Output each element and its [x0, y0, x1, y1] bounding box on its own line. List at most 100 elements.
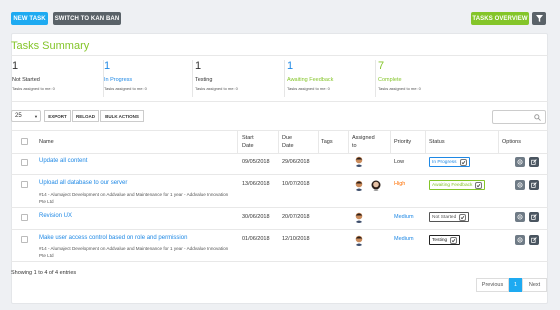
filter-button[interactable] [532, 12, 546, 25]
task-project[interactable]: #14 - Alumaject Development on Addvalue … [39, 246, 234, 259]
stat-not-started: 1 Not Started Tasks assigned to me: 0 [11, 60, 103, 97]
priority-label: Medium [394, 236, 414, 242]
edit-icon [531, 182, 537, 188]
column-header-options[interactable]: Options [502, 138, 521, 146]
stat-sub: Tasks assigned to me: 0 [287, 86, 330, 91]
check-icon [461, 160, 465, 164]
task-name-link[interactable]: Make user access control based on role a… [39, 235, 187, 241]
edit-button[interactable] [529, 212, 539, 222]
pagination-next[interactable]: Next [522, 278, 547, 292]
switch-to-kanban-button[interactable]: SWITCH TO KAN BAN [53, 12, 121, 25]
task-name-link[interactable]: Upload all database to our server [39, 180, 127, 186]
stat-label: Not Started [12, 77, 40, 83]
divider [11, 55, 548, 56]
stat-sub: Tasks assigned to me: 0 [12, 86, 55, 91]
stat-complete: 7 Complete Tasks assigned to me: 0 [375, 60, 467, 97]
column-header-name[interactable]: Name [39, 138, 54, 146]
row-divider [11, 229, 548, 230]
stat-count: 1 [287, 60, 294, 72]
select-all-checkbox[interactable] [21, 138, 28, 145]
column-divider [390, 130, 391, 154]
column-header-assigned-2[interactable]: to [352, 142, 357, 150]
row-divider [11, 261, 548, 262]
column-header-start-date-2[interactable]: Date [242, 142, 254, 150]
edit-button[interactable] [529, 157, 539, 167]
column-header-priority[interactable]: Priority [394, 138, 411, 146]
view-button[interactable] [515, 157, 525, 167]
pagination-page-1[interactable]: 1 [509, 278, 522, 292]
status-dropdown-check[interactable] [459, 158, 467, 166]
stat-label: Testing [195, 77, 213, 83]
row-checkbox[interactable] [21, 236, 28, 243]
stat-sub: Tasks assigned to me: 0 [195, 86, 238, 91]
export-button[interactable]: EXPORT [44, 110, 71, 122]
search-input[interactable] [492, 110, 546, 124]
view-button[interactable] [515, 180, 525, 190]
row-checkbox[interactable] [21, 214, 28, 221]
due-date: 29/06/2018 [282, 159, 310, 165]
status-badge[interactable]: Testing [429, 235, 461, 245]
status-badge[interactable]: Not Started [429, 212, 470, 222]
stat-sub: Tasks assigned to me: 0 [378, 86, 421, 91]
priority-label: Medium [394, 214, 414, 220]
page-length-select[interactable]: 25 ▼ [11, 110, 41, 122]
edit-button[interactable] [529, 180, 539, 190]
due-date: 20/07/2018 [282, 214, 310, 220]
check-icon [477, 183, 481, 187]
stat-label: In Progress [104, 77, 133, 83]
status-dropdown-check[interactable] [475, 181, 483, 189]
column-divider [318, 130, 319, 154]
column-divider [278, 130, 279, 154]
eye-icon [517, 214, 523, 220]
edit-icon [531, 159, 537, 165]
start-date: 09/05/2018 [242, 159, 270, 165]
avatar[interactable] [354, 180, 364, 191]
stat-count: 1 [195, 60, 202, 72]
status-badge[interactable]: Awaiting Feedback [429, 180, 486, 190]
column-header-status[interactable]: Status [429, 138, 445, 146]
view-button[interactable] [515, 212, 525, 222]
avatar[interactable] [354, 235, 364, 246]
avatar[interactable] [354, 156, 364, 167]
stat-count: 1 [12, 60, 19, 72]
due-date: 12/10/2018 [282, 236, 310, 242]
status-dropdown-check[interactable] [459, 213, 467, 221]
stat-count: 7 [378, 60, 385, 72]
caret-down-icon: ▼ [34, 114, 38, 119]
edit-icon [531, 214, 537, 220]
stat-sub: Tasks assigned to me: 0 [104, 86, 147, 91]
row-divider [11, 207, 548, 208]
column-divider [498, 130, 499, 154]
start-date: 01/06/2018 [242, 236, 270, 242]
avatar[interactable] [371, 180, 381, 191]
stat-label: Awaiting Feedback [287, 77, 334, 83]
status-label: In Progress [432, 159, 457, 165]
row-divider [11, 174, 548, 175]
pagination-previous[interactable]: Previous [476, 278, 509, 292]
eye-icon [517, 182, 523, 188]
status-dropdown-check[interactable] [450, 236, 458, 244]
column-header-due-date[interactable]: Due [282, 134, 292, 142]
column-divider [348, 130, 349, 154]
filter-icon [535, 15, 543, 22]
column-header-start-date[interactable]: Start [242, 134, 254, 142]
avatar[interactable] [354, 212, 364, 223]
row-checkbox[interactable] [21, 181, 28, 188]
bulk-actions-button[interactable]: BULK ACTIONS [100, 110, 144, 122]
column-header-tags[interactable]: Tags [321, 138, 333, 146]
new-task-button[interactable]: NEW TASK [11, 12, 48, 25]
column-header-assigned[interactable]: Assigned [352, 134, 375, 142]
status-badge[interactable]: In Progress [429, 157, 470, 167]
task-project[interactable]: #14 - Alumaject Development on Addvalue … [39, 192, 234, 205]
task-name-link[interactable]: Revision UX [39, 213, 72, 219]
row-checkbox[interactable] [21, 159, 28, 166]
column-header-due-date-2[interactable]: Date [282, 142, 294, 150]
entries-info: Showing 1 to 4 of 4 entries [11, 270, 77, 276]
edit-button[interactable] [529, 235, 539, 245]
task-name-link[interactable]: Update all content [39, 158, 87, 164]
tasks-overview-button[interactable]: TASKS OVERVIEW [471, 12, 529, 25]
reload-button[interactable]: RELOAD [72, 110, 99, 122]
status-label: Not Started [432, 214, 457, 220]
status-label: Testing [432, 237, 448, 243]
view-button[interactable] [515, 235, 525, 245]
